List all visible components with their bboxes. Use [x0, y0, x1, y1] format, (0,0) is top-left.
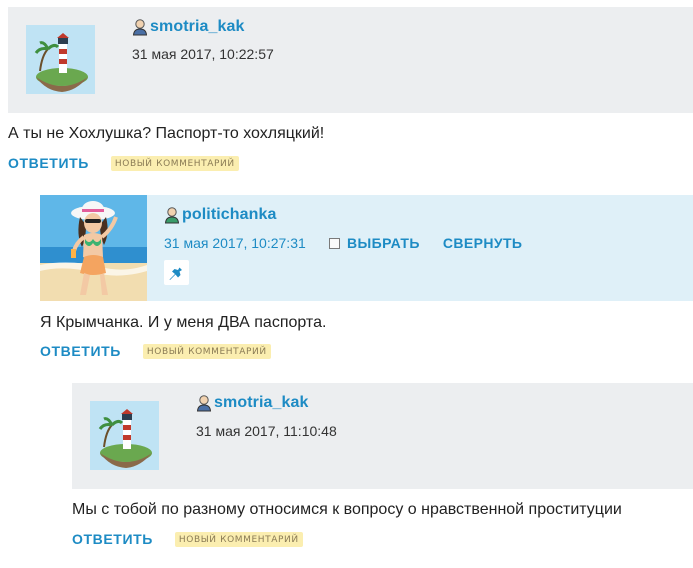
comment-1: smotria_kak 31 мая 2017, 10:22:57 А ты н… [8, 7, 693, 171]
collapse-button[interactable]: СВЕРНУТЬ [443, 235, 523, 251]
comment-thread: smotria_kak 31 мая 2017, 10:22:57 А ты н… [0, 0, 693, 568]
user-icon [132, 18, 148, 36]
select-checkbox[interactable] [329, 237, 340, 249]
username-link[interactable]: smotria_kak [196, 394, 309, 412]
username-text: smotria_kak [150, 18, 245, 35]
comment-3-header: smotria_kak 31 мая 2017, 11:10:48 [72, 383, 693, 489]
lighthouse-island-userpic [26, 25, 95, 94]
reply-button[interactable]: ОТВЕТИТЬ [40, 343, 121, 359]
new-comment-badge: НОВЫЙ КОММЕНТАРИЙ [174, 531, 303, 547]
comment-1-header: smotria_kak 31 мая 2017, 10:22:57 [8, 7, 693, 113]
comment-date-link[interactable]: 31 мая 2017, 10:27:31 [164, 235, 306, 251]
pin-icon [169, 264, 182, 280]
comment-text: Я Крымчанка. И у меня ДВА паспорта. [40, 314, 327, 331]
pin-button[interactable] [164, 260, 189, 285]
comment-3: smotria_kak 31 мая 2017, 11:10:48 Мы с т… [72, 383, 693, 547]
comment-footer: ОТВЕТИТЬ НОВЫЙ КОММЕНТАРИЙ [8, 155, 239, 171]
username-link[interactable]: politichanka [164, 206, 277, 224]
username-text: smotria_kak [214, 394, 309, 411]
new-comment-badge: НОВЫЙ КОММЕНТАРИЙ [110, 155, 239, 171]
select-button[interactable]: ВЫБРАТЬ [347, 235, 420, 251]
comment-date: 31 мая 2017, 10:22:57 [132, 46, 274, 62]
new-comment-badge: НОВЫЙ КОММЕНТАРИЙ [142, 343, 271, 359]
user-icon [164, 206, 180, 224]
comment-text: А ты не Хохлушка? Паспорт-то хохляцкий! [8, 125, 325, 142]
comment-2-header: politichanka 31 мая 2017, 10:27:31 ВЫБРА… [40, 195, 693, 301]
avatar[interactable] [90, 401, 159, 470]
user-icon [196, 394, 212, 412]
comment-date: 31 мая 2017, 11:10:48 [196, 423, 337, 439]
reply-button[interactable]: ОТВЕТИТЬ [8, 155, 89, 171]
comment-footer: ОТВЕТИТЬ НОВЫЙ КОММЕНТАРИЙ [40, 343, 271, 359]
beach-girl-userpic [40, 195, 147, 301]
comment-footer: ОТВЕТИТЬ НОВЫЙ КОММЕНТАРИЙ [72, 531, 303, 547]
reply-button[interactable]: ОТВЕТИТЬ [72, 531, 153, 547]
avatar[interactable] [40, 195, 147, 301]
lighthouse-island-userpic [90, 401, 159, 470]
avatar[interactable] [26, 25, 95, 94]
comment-2: politichanka 31 мая 2017, 10:27:31 ВЫБРА… [40, 195, 693, 359]
username-link[interactable]: smotria_kak [132, 18, 245, 36]
comment-text: Мы с тобой по разному относимся к вопрос… [72, 501, 622, 518]
username-text: politichanka [182, 206, 277, 223]
comment-actions: ВЫБРАТЬ СВЕРНУТЬ [329, 235, 522, 251]
